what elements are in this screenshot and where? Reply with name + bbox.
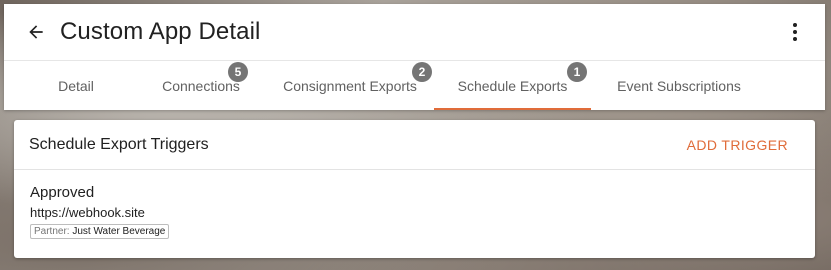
toolbar: Custom App Detail <box>4 4 825 61</box>
card-header: Schedule Export Triggers ADD TRIGGER <box>14 120 815 170</box>
trigger-url: https://webhook.site <box>30 205 145 220</box>
arrow-back-icon <box>29 25 43 39</box>
partner-chip: Partner: Just Water Beverage <box>30 224 170 239</box>
tab-bar: Detail Connections 5 Consignment Exports… <box>4 61 825 110</box>
count-badge: 2 <box>412 62 432 82</box>
tab-schedule-exports[interactable]: Schedule Exports 1 <box>434 61 591 110</box>
tab-event-subscriptions[interactable]: Event Subscriptions <box>598 61 760 110</box>
add-trigger-button[interactable]: ADD TRIGGER <box>675 131 800 159</box>
partner-chip-key: Partner: <box>34 226 70 237</box>
list-item[interactable]: Approved https://webhook.site Partner: J… <box>14 170 815 239</box>
tab-label: Connections <box>162 77 240 94</box>
tab-connections[interactable]: Connections 5 <box>136 61 266 110</box>
app-bar: Custom App Detail Detail Connections 5 C… <box>4 4 825 110</box>
partner-chip-value: Just Water Beverage <box>72 226 166 237</box>
count-badge: 5 <box>228 62 248 82</box>
tab-label: Detail <box>58 77 94 94</box>
trigger-status: Approved <box>30 184 95 201</box>
tab-consignment-exports[interactable]: Consignment Exports 2 <box>266 61 434 110</box>
active-tab-indicator <box>434 108 591 110</box>
tab-label: Schedule Exports <box>457 77 568 94</box>
back-button[interactable] <box>20 16 52 48</box>
page-title: Custom App Detail <box>60 18 261 45</box>
tab-label: Consignment Exports <box>283 77 417 94</box>
count-badge: 1 <box>567 62 587 82</box>
schedule-export-triggers-card: Schedule Export Triggers ADD TRIGGER App… <box>14 120 815 258</box>
more-vert-icon[interactable] <box>783 18 807 46</box>
tab-detail[interactable]: Detail <box>16 61 136 110</box>
card-title: Schedule Export Triggers <box>29 135 209 153</box>
tab-label: Event Subscriptions <box>617 77 741 94</box>
